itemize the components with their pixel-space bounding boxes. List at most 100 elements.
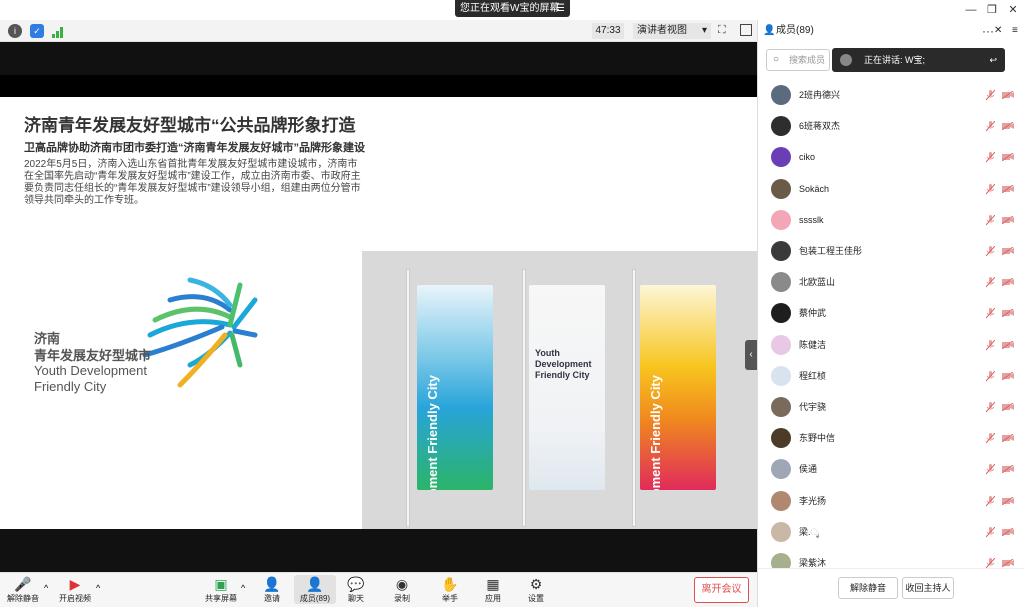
speaking-text: 正在讲话: W宝;: [864, 55, 925, 65]
view-mode-select[interactable]: 演讲者视图 ▾: [633, 23, 711, 39]
back-arrow-icon[interactable]: ↩: [989, 48, 997, 72]
flag-text: Youth Development Friendly City: [535, 348, 592, 380]
camera-off-icon[interactable]: [1002, 371, 1014, 380]
logo-text-en-2: Friendly City: [34, 379, 107, 394]
members-button[interactable]: 👤 成员(89): [294, 575, 336, 604]
mic-muted-icon[interactable]: [986, 370, 995, 382]
shared-screen: 济南青年发展友好型城市“公共品牌形象打造 卫高品牌协助济南市团市委打造“济南青年…: [0, 42, 757, 572]
avatar: [771, 303, 791, 324]
close-panel-icon[interactable]: ✕: [994, 20, 1002, 42]
camera-off-icon[interactable]: [1002, 527, 1014, 536]
mic-muted-icon[interactable]: [986, 339, 995, 351]
camera-off-icon[interactable]: [1002, 122, 1014, 131]
member-row[interactable]: 包装工程王佳彤: [758, 236, 1024, 267]
mic-muted-icon[interactable]: [986, 526, 995, 538]
mic-muted-icon[interactable]: [986, 277, 995, 288]
gear-icon: ⚙: [529, 576, 543, 592]
chat-label: 聊天: [348, 594, 364, 603]
close-icon[interactable]: ✕: [1003, 2, 1023, 18]
camera-off-icon[interactable]: [1002, 184, 1014, 193]
camera-off-icon[interactable]: [1002, 91, 1014, 99]
member-row[interactable]: Sokäch: [758, 174, 1024, 205]
camera-off-icon[interactable]: [1002, 278, 1014, 287]
menu-icon[interactable]: ≡: [1012, 20, 1018, 42]
camera-off-icon[interactable]: [1002, 340, 1014, 349]
screen-share-banner[interactable]: 您正在观看W宝的屏幕 ☰: [455, 0, 570, 17]
restore-icon[interactable]: ❐: [982, 2, 1002, 18]
camera-off-icon[interactable]: [1002, 434, 1014, 443]
mic-muted-icon[interactable]: [986, 464, 995, 475]
logo-text-cn: 青年发展友好型城市: [34, 348, 152, 363]
chevron-up-icon[interactable]: ^: [96, 583, 100, 593]
avatar: [771, 85, 791, 105]
mic-muted-icon[interactable]: [986, 308, 995, 319]
more-icon[interactable]: ···: [982, 20, 994, 42]
member-row[interactable]: 东野中信: [758, 423, 1024, 454]
member-name: 6班蒋双杰: [799, 121, 841, 132]
mic-muted-icon[interactable]: [986, 402, 995, 413]
mic-muted-icon[interactable]: [986, 121, 995, 132]
camera-off-icon[interactable]: [1002, 403, 1014, 411]
raise-hand-button[interactable]: ✋ 举手: [429, 575, 471, 604]
member-row[interactable]: 2班冉德兴: [758, 80, 1024, 111]
member-name: 2班冉德兴: [799, 90, 841, 100]
mic-muted-icon[interactable]: [986, 152, 995, 163]
unmute-all-button[interactable]: 解除静音: [838, 577, 898, 599]
collapse-arrow-icon[interactable]: ‹: [745, 340, 757, 370]
menu-icon[interactable]: ☰: [556, 0, 565, 17]
chevron-up-icon[interactable]: ^: [241, 583, 245, 593]
invite-button[interactable]: 👤 邀请: [251, 575, 293, 604]
camera-off-icon[interactable]: [1002, 247, 1014, 255]
member-row[interactable]: 程红桢: [758, 361, 1024, 392]
camera-off-icon[interactable]: [1002, 309, 1014, 318]
member-row[interactable]: 蔡仲武: [758, 298, 1024, 329]
mic-muted-icon[interactable]: [986, 214, 995, 226]
unmute-button[interactable]: 🎤 解除静音: [2, 575, 44, 604]
settings-button[interactable]: ⚙ 设置: [515, 575, 557, 604]
member-row[interactable]: ciko: [758, 142, 1024, 173]
member-row[interactable]: 6班蒋双杰: [758, 111, 1024, 142]
start-video-label: 开启视频: [59, 594, 91, 603]
share-screen-label: 共享屏幕: [205, 594, 237, 603]
record-button[interactable]: ◉ 录制: [381, 575, 423, 604]
member-row[interactable]: 代宇骁: [758, 392, 1024, 423]
mic-muted-icon[interactable]: [986, 495, 995, 507]
avatar: [771, 521, 791, 542]
avatar: [771, 397, 791, 417]
camera-off-icon[interactable]: [1002, 496, 1014, 505]
flag-pole: [632, 269, 636, 527]
member-row[interactable]: sssslk: [758, 205, 1024, 236]
member-row[interactable]: 北欧蓝山: [758, 267, 1024, 298]
mic-muted-icon[interactable]: [986, 433, 995, 444]
minimize-icon[interactable]: —: [961, 2, 981, 18]
member-name: ciko: [799, 152, 816, 163]
leave-meeting-button[interactable]: 离开会议: [694, 577, 749, 603]
member-row[interactable]: 李光扬: [758, 486, 1024, 517]
signal-icon[interactable]: [52, 25, 64, 38]
camera-off-icon[interactable]: [1002, 559, 1014, 567]
camera-off-icon[interactable]: [1002, 465, 1014, 474]
info-icon[interactable]: i: [8, 24, 22, 38]
member-row[interactable]: 陈健洁: [758, 330, 1024, 361]
layout-icon[interactable]: [740, 24, 752, 36]
member-row[interactable]: 梁.ೃ: [758, 517, 1024, 548]
avatar: [771, 334, 791, 355]
mic-muted-icon[interactable]: [986, 246, 995, 257]
fullscreen-icon[interactable]: ⛶: [718, 24, 726, 37]
raise-hand-label: 举手: [442, 594, 458, 603]
member-search-input[interactable]: ○ 搜索成员: [766, 49, 830, 71]
camera-off-icon[interactable]: [1002, 215, 1014, 224]
mic-muted-icon[interactable]: [986, 183, 995, 195]
apps-button[interactable]: ▦ 应用: [472, 575, 514, 604]
share-screen-button[interactable]: ▣ 共享屏幕: [200, 575, 242, 604]
reclaim-host-button[interactable]: 收回主持人: [902, 577, 954, 599]
mic-muted-icon[interactable]: [986, 90, 995, 101]
share-screen-icon: ▣: [214, 576, 228, 592]
invite-label: 邀请: [264, 594, 280, 603]
chevron-up-icon[interactable]: ^: [44, 583, 48, 593]
chat-button[interactable]: 💬 聊天: [335, 575, 377, 604]
member-row[interactable]: 侯通: [758, 454, 1024, 485]
start-video-button[interactable]: ▶ 开启视频: [54, 575, 96, 604]
camera-off-icon[interactable]: [1002, 153, 1014, 162]
shield-icon[interactable]: ✓: [30, 24, 44, 38]
